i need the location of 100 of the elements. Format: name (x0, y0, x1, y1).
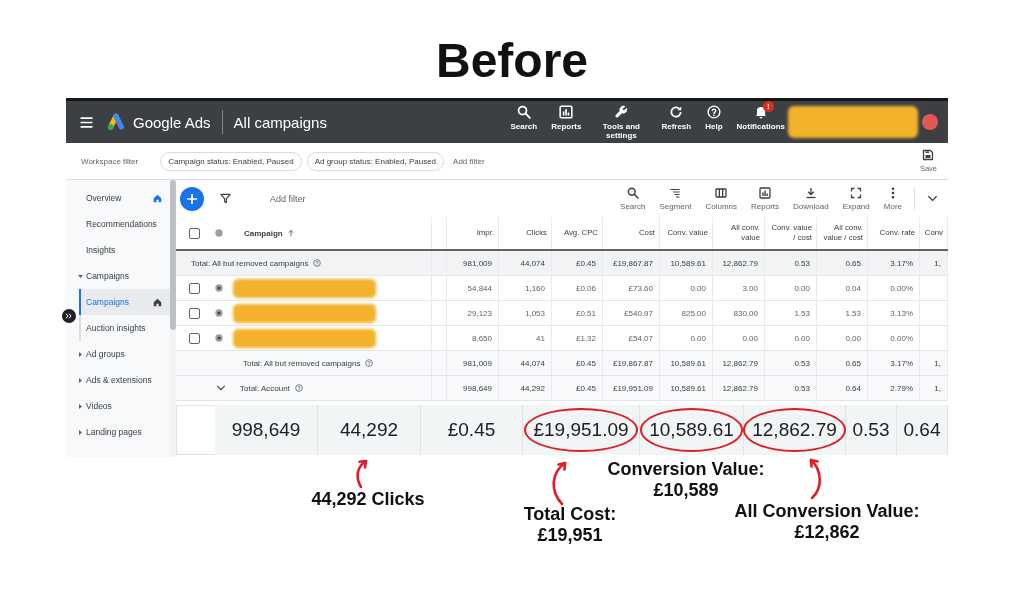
table-cell: 0.00% (868, 326, 920, 350)
add-filter-link[interactable]: Add filter (453, 156, 485, 166)
table-cell: £0.45 (552, 351, 603, 375)
help-icon (294, 384, 303, 392)
create-button[interactable] (180, 186, 204, 211)
sidebar-item[interactable]: Campaigns (66, 263, 170, 289)
page-title: All campaigns (233, 113, 327, 131)
total-label: Total: All but removed campaigns (243, 358, 361, 368)
table-cell: £19,867.87 (603, 351, 660, 375)
status-dot-icon (215, 229, 223, 237)
expand-icon[interactable] (850, 186, 863, 199)
chart-icon[interactable] (759, 186, 772, 199)
table-cell: 998,649 (447, 376, 499, 400)
download-icon[interactable] (804, 186, 817, 199)
toolbar-button[interactable]: Search (620, 186, 646, 211)
toolbar-button[interactable]: Columns (705, 186, 738, 211)
table-cell: 3.00 (713, 276, 765, 300)
filter-chip[interactable]: Campaign status: Enabled, Paused (160, 151, 302, 171)
sidebar-item[interactable]: Videos (66, 393, 170, 419)
home-icon[interactable] (153, 297, 162, 307)
table-cell: 44,292 (499, 376, 552, 400)
logo-icon[interactable] (106, 113, 126, 131)
table-cell: 3.17% (868, 251, 920, 275)
scrollbar-thumb[interactable] (170, 180, 176, 330)
top-bar-button[interactable]: ! Notifications (736, 101, 785, 131)
top-bar-button[interactable]: Tools and settings (595, 101, 648, 140)
table-cell: 0.00 (765, 326, 817, 350)
table-cell: £19,951.09 (603, 376, 660, 400)
top-bar-button[interactable]: Reports (551, 101, 582, 131)
top-bar-button[interactable]: Search (510, 101, 538, 131)
toolbar-button[interactable]: Reports (751, 186, 780, 211)
caret-right-icon[interactable] (78, 429, 83, 435)
wrench-icon[interactable] (614, 105, 629, 119)
table-cell: £73.60 (603, 276, 660, 300)
magnified-value: 0.64 (903, 419, 941, 441)
toolbar-button[interactable]: Expand (842, 186, 870, 211)
sidebar-item[interactable]: Insights (66, 237, 170, 263)
refresh-icon[interactable] (669, 105, 684, 119)
filter-icon[interactable] (220, 193, 231, 204)
table-cell: 3.17% (868, 351, 920, 375)
table-cell: 0.00 (765, 276, 817, 300)
sidebar-item[interactable]: Ad groups (66, 341, 170, 367)
caret-right-icon[interactable] (78, 403, 83, 409)
expand-sidebar-button[interactable] (62, 309, 76, 323)
segment-icon[interactable] (669, 186, 682, 199)
table-cell: 0.64 (817, 376, 868, 400)
table-cell: £0.45 (552, 251, 603, 275)
caret-down-icon[interactable] (78, 273, 83, 279)
table-cell: 29,123 (447, 301, 499, 325)
chevron-down-icon[interactable] (927, 193, 938, 204)
product-name: Google Ads (133, 113, 211, 131)
magnified-value: £0.45 (447, 419, 496, 441)
checkbox[interactable] (189, 332, 200, 344)
filter-chip[interactable]: Ad group status: Enabled, Paused (306, 151, 445, 171)
sidebar-item[interactable]: Ads & extensions (66, 367, 170, 393)
top-bar-button[interactable]: Help (705, 101, 723, 131)
table-cell: £0.51 (552, 301, 603, 325)
help-icon (365, 359, 374, 367)
toolbar-button[interactable]: Download (793, 186, 829, 211)
chevron-down-icon[interactable] (216, 383, 226, 393)
menu-icon[interactable] (80, 116, 93, 128)
table-cell: 3.13% (868, 301, 920, 325)
checkbox[interactable] (189, 307, 200, 319)
toolbar-button[interactable]: Segment (659, 186, 692, 211)
table-cell: 0.00% (868, 276, 920, 300)
checkbox[interactable] (189, 282, 200, 294)
columns-icon[interactable] (715, 186, 728, 199)
status-dot-icon (215, 284, 223, 292)
sort-arrow-up-icon[interactable] (286, 229, 295, 237)
home-icon[interactable] (153, 193, 162, 203)
table-cell: 0.53 (765, 251, 817, 275)
top-bar-button[interactable]: Refresh (661, 101, 692, 131)
table-cell: 0.65 (817, 351, 868, 375)
bell-icon[interactable] (753, 105, 768, 119)
table-cell: 0.00 (660, 326, 713, 350)
table-cell: 2.79% (868, 376, 920, 400)
table-cell: 0.53 (765, 376, 817, 400)
help-icon[interactable] (706, 105, 721, 119)
column-header[interactable]: Campaign (244, 228, 283, 238)
filter-label: Workspace filter (81, 156, 139, 166)
table-cell: £540.97 (603, 301, 660, 325)
help-icon (313, 259, 322, 267)
search-icon[interactable] (626, 186, 639, 199)
table-cell: 0.00 (817, 326, 868, 350)
sidebar-item[interactable]: Overview (66, 185, 170, 211)
table-cell: 8,650 (447, 326, 499, 350)
table-cell: 825.00 (660, 301, 713, 325)
sidebar-item[interactable]: Recommendations (66, 211, 170, 237)
caret-right-icon[interactable] (78, 377, 83, 383)
sidebar-item[interactable]: Landing pages (66, 419, 170, 445)
table-cell: £54.07 (603, 326, 660, 350)
add-filter-link[interactable]: Add filter (270, 193, 306, 204)
caret-right-icon[interactable] (78, 351, 83, 357)
search-icon[interactable] (516, 105, 531, 119)
toolbar-button[interactable]: More (883, 186, 902, 211)
avatar-circle[interactable] (922, 114, 938, 130)
checkbox[interactable] (189, 227, 200, 239)
sidebar-item[interactable]: Campaigns (79, 289, 170, 315)
table-cell: 44,074 (499, 351, 552, 375)
table-cell: £1.32 (552, 326, 603, 350)
